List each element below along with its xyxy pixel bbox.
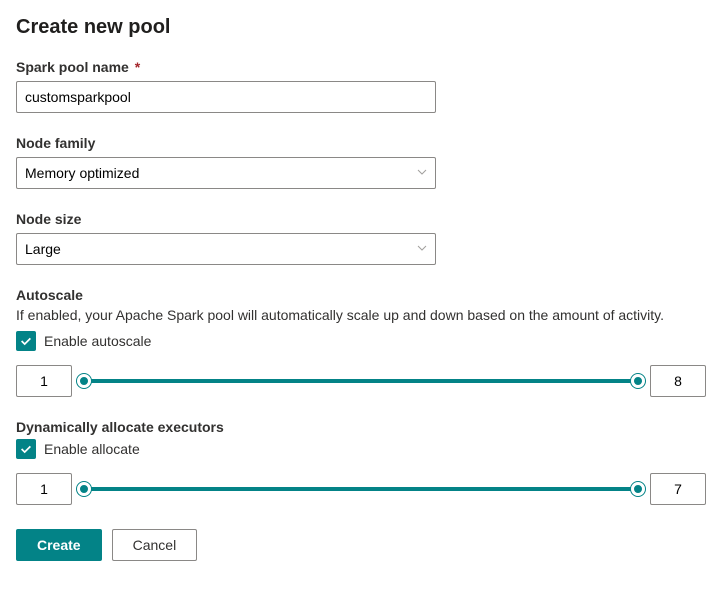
autoscale-description: If enabled, your Apache Spark pool will …	[16, 307, 706, 323]
button-row: Create Cancel	[16, 529, 706, 561]
pool-name-label: Spark pool name *	[16, 59, 706, 75]
field-node-family: Node family Memory optimized	[16, 135, 706, 189]
enable-autoscale-label: Enable autoscale	[44, 333, 151, 349]
enable-allocate-checkbox[interactable]	[16, 439, 36, 459]
pool-name-input[interactable]	[16, 81, 436, 113]
executors-slider-track	[84, 487, 638, 491]
executors-slider-thumb-max[interactable]	[631, 482, 645, 496]
executors-slider-thumb-min[interactable]	[77, 482, 91, 496]
node-family-select[interactable]: Memory optimized	[16, 157, 436, 189]
autoscale-slider[interactable]	[84, 371, 638, 391]
enable-autoscale-checkbox[interactable]	[16, 331, 36, 351]
required-asterisk: *	[135, 59, 140, 75]
enable-allocate-label: Enable allocate	[44, 441, 140, 457]
dynamic-executors-label: Dynamically allocate executors	[16, 419, 706, 435]
checkmark-icon	[19, 334, 33, 348]
autoscale-max-input[interactable]	[650, 365, 706, 397]
node-family-label: Node family	[16, 135, 706, 151]
autoscale-slider-thumb-min[interactable]	[77, 374, 91, 388]
executors-min-input[interactable]	[16, 473, 72, 505]
field-node-size: Node size Large	[16, 211, 706, 265]
autoscale-slider-thumb-max[interactable]	[631, 374, 645, 388]
node-size-label: Node size	[16, 211, 706, 227]
checkmark-icon	[19, 442, 33, 456]
autoscale-min-input[interactable]	[16, 365, 72, 397]
autoscale-slider-track	[84, 379, 638, 383]
pool-name-label-text: Spark pool name	[16, 59, 129, 75]
section-dynamic-executors: Dynamically allocate executors Enable al…	[16, 419, 706, 505]
cancel-button[interactable]: Cancel	[112, 529, 198, 561]
executors-slider[interactable]	[84, 479, 638, 499]
page-title: Create new pool	[16, 16, 706, 39]
field-pool-name: Spark pool name *	[16, 59, 706, 113]
autoscale-label: Autoscale	[16, 287, 706, 303]
section-autoscale: Autoscale If enabled, your Apache Spark …	[16, 287, 706, 397]
create-button[interactable]: Create	[16, 529, 102, 561]
node-size-select[interactable]: Large	[16, 233, 436, 265]
executors-max-input[interactable]	[650, 473, 706, 505]
